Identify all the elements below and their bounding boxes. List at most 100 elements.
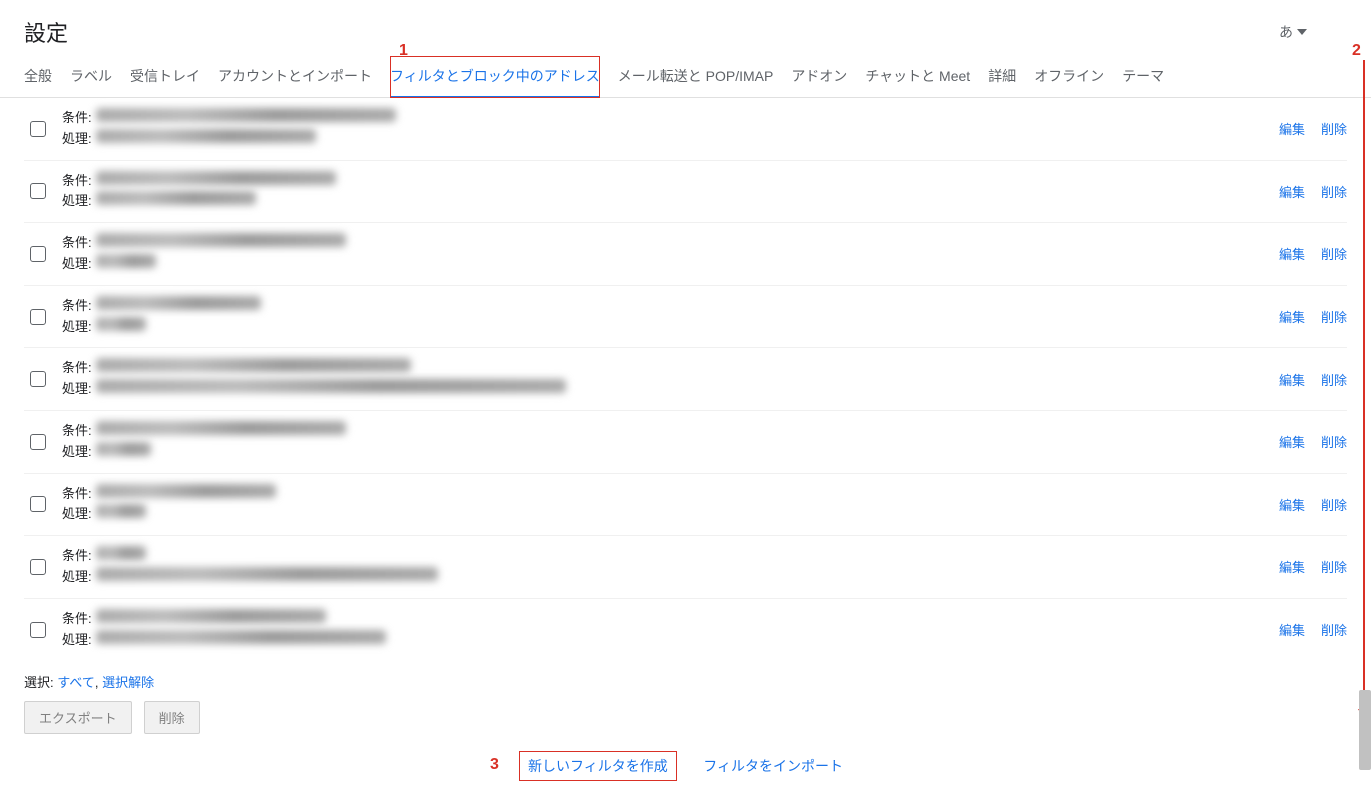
- callout-2: 2: [1352, 42, 1361, 60]
- filter-checkbox[interactable]: [30, 371, 46, 387]
- tab-2[interactable]: 受信トレイ: [130, 56, 200, 97]
- delete-link[interactable]: 削除: [1321, 432, 1347, 451]
- edit-link[interactable]: 編集: [1279, 370, 1305, 389]
- condition-label: 条件:: [62, 546, 92, 567]
- callout-3: 3: [490, 756, 499, 774]
- filter-checkbox[interactable]: [30, 121, 46, 137]
- condition-value-redacted: [96, 484, 276, 498]
- select-row: 選択: すべて, 選択解除: [24, 672, 1347, 691]
- delete-link[interactable]: 削除: [1321, 370, 1347, 389]
- edit-link[interactable]: 編集: [1279, 182, 1305, 201]
- delete-link[interactable]: 削除: [1321, 495, 1347, 514]
- tab-3[interactable]: アカウントとインポート: [218, 56, 372, 97]
- filter-content: 条件:処理:: [62, 358, 1263, 400]
- action-label: 処理:: [62, 567, 92, 588]
- create-row: 新しいフィルタを作成 フィルタをインポート: [24, 748, 1347, 784]
- condition-label: 条件:: [62, 108, 92, 129]
- language-selector[interactable]: あ: [1279, 22, 1347, 42]
- select-none-link[interactable]: 選択解除: [102, 675, 154, 690]
- filter-content: 条件:処理:: [62, 484, 1263, 526]
- action-value-redacted: [96, 567, 438, 581]
- delete-link[interactable]: 削除: [1321, 557, 1347, 576]
- tab-7[interactable]: チャットと Meet: [865, 56, 970, 97]
- tab-5[interactable]: メール転送と POP/IMAP: [618, 56, 774, 97]
- filter-content: 条件:処理:: [62, 421, 1263, 463]
- action-value-redacted: [96, 379, 566, 393]
- filter-checkbox[interactable]: [30, 309, 46, 325]
- delete-link[interactable]: 削除: [1321, 182, 1347, 201]
- filter-actions: 編集削除: [1279, 307, 1347, 326]
- action-value-redacted: [96, 191, 256, 205]
- tab-9[interactable]: オフライン: [1034, 56, 1104, 97]
- delete-link[interactable]: 削除: [1321, 620, 1347, 639]
- edit-link[interactable]: 編集: [1279, 620, 1305, 639]
- select-label: 選択:: [24, 675, 54, 690]
- filter-actions: 編集削除: [1279, 557, 1347, 576]
- edit-link[interactable]: 編集: [1279, 432, 1305, 451]
- action-label: 処理:: [62, 191, 92, 212]
- scrollbar-thumb[interactable]: [1359, 690, 1371, 770]
- filter-checkbox[interactable]: [30, 622, 46, 638]
- condition-value-redacted: [96, 296, 261, 310]
- filter-actions: 編集削除: [1279, 432, 1347, 451]
- filter-actions: 編集削除: [1279, 244, 1347, 263]
- language-label: あ: [1279, 22, 1293, 42]
- condition-label: 条件:: [62, 171, 92, 192]
- action-value-redacted: [96, 630, 386, 644]
- condition-value-redacted: [96, 108, 396, 122]
- tab-10[interactable]: テーマ: [1122, 56, 1164, 97]
- create-filter-link[interactable]: 新しいフィルタを作成: [520, 752, 676, 780]
- tab-0[interactable]: 全般: [24, 56, 52, 97]
- tab-4[interactable]: フィルタとブロック中のアドレス: [390, 56, 600, 98]
- edit-link[interactable]: 編集: [1279, 557, 1305, 576]
- action-value-redacted: [96, 504, 146, 518]
- filter-content: 条件:処理:: [62, 546, 1263, 588]
- filter-checkbox[interactable]: [30, 496, 46, 512]
- select-all-link[interactable]: すべて: [57, 675, 95, 690]
- delete-link[interactable]: 削除: [1321, 119, 1347, 138]
- filter-row: 条件:処理: 編集削除: [24, 599, 1347, 661]
- filter-content: 条件:処理:: [62, 171, 1263, 213]
- delete-button[interactable]: 削除: [144, 701, 200, 734]
- action-label: 処理:: [62, 504, 92, 525]
- header: 設定 あ: [0, 0, 1371, 56]
- tab-1[interactable]: ラベル: [70, 56, 112, 97]
- action-value-redacted: [96, 317, 146, 331]
- filter-row: 条件:処理: 編集削除: [24, 98, 1347, 161]
- condition-label: 条件:: [62, 421, 92, 442]
- tab-8[interactable]: 詳細: [988, 56, 1016, 97]
- delete-link[interactable]: 削除: [1321, 244, 1347, 263]
- tab-6[interactable]: アドオン: [791, 56, 847, 97]
- condition-value-redacted: [96, 546, 146, 560]
- condition-label: 条件:: [62, 296, 92, 317]
- import-filter-link[interactable]: フィルタをインポート: [695, 752, 851, 780]
- edit-link[interactable]: 編集: [1279, 244, 1305, 263]
- edit-link[interactable]: 編集: [1279, 307, 1305, 326]
- action-label: 処理:: [62, 379, 92, 400]
- filter-checkbox[interactable]: [30, 434, 46, 450]
- condition-label: 条件:: [62, 609, 92, 630]
- action-value-redacted: [96, 129, 316, 143]
- action-label: 処理:: [62, 442, 92, 463]
- condition-value-redacted: [96, 421, 346, 435]
- filter-row: 条件:処理:編集削除: [24, 223, 1347, 286]
- footer: 選択: すべて, 選択解除 エクスポート 削除 新しいフィルタを作成 フィルタを…: [0, 660, 1371, 796]
- settings-tabs: 全般ラベル受信トレイアカウントとインポートフィルタとブロック中のアドレスメール転…: [0, 56, 1371, 98]
- edit-link[interactable]: 編集: [1279, 495, 1305, 514]
- action-label: 処理:: [62, 317, 92, 338]
- edit-link[interactable]: 編集: [1279, 119, 1305, 138]
- filter-checkbox[interactable]: [30, 559, 46, 575]
- filter-content: 条件:処理:: [62, 296, 1263, 338]
- action-label: 処理:: [62, 630, 92, 651]
- filter-actions: 編集削除: [1279, 620, 1347, 639]
- filter-row: 条件:処理: 編集削除: [24, 411, 1347, 474]
- condition-value-redacted: [96, 233, 346, 247]
- filter-checkbox[interactable]: [30, 246, 46, 262]
- callout-arrow: [1363, 60, 1365, 718]
- filter-actions: 編集削除: [1279, 119, 1347, 138]
- delete-link[interactable]: 削除: [1321, 307, 1347, 326]
- callout-1: 1: [399, 42, 408, 60]
- export-button[interactable]: エクスポート: [24, 701, 132, 734]
- filter-checkbox[interactable]: [30, 183, 46, 199]
- filter-content: 条件:処理:: [62, 108, 1263, 150]
